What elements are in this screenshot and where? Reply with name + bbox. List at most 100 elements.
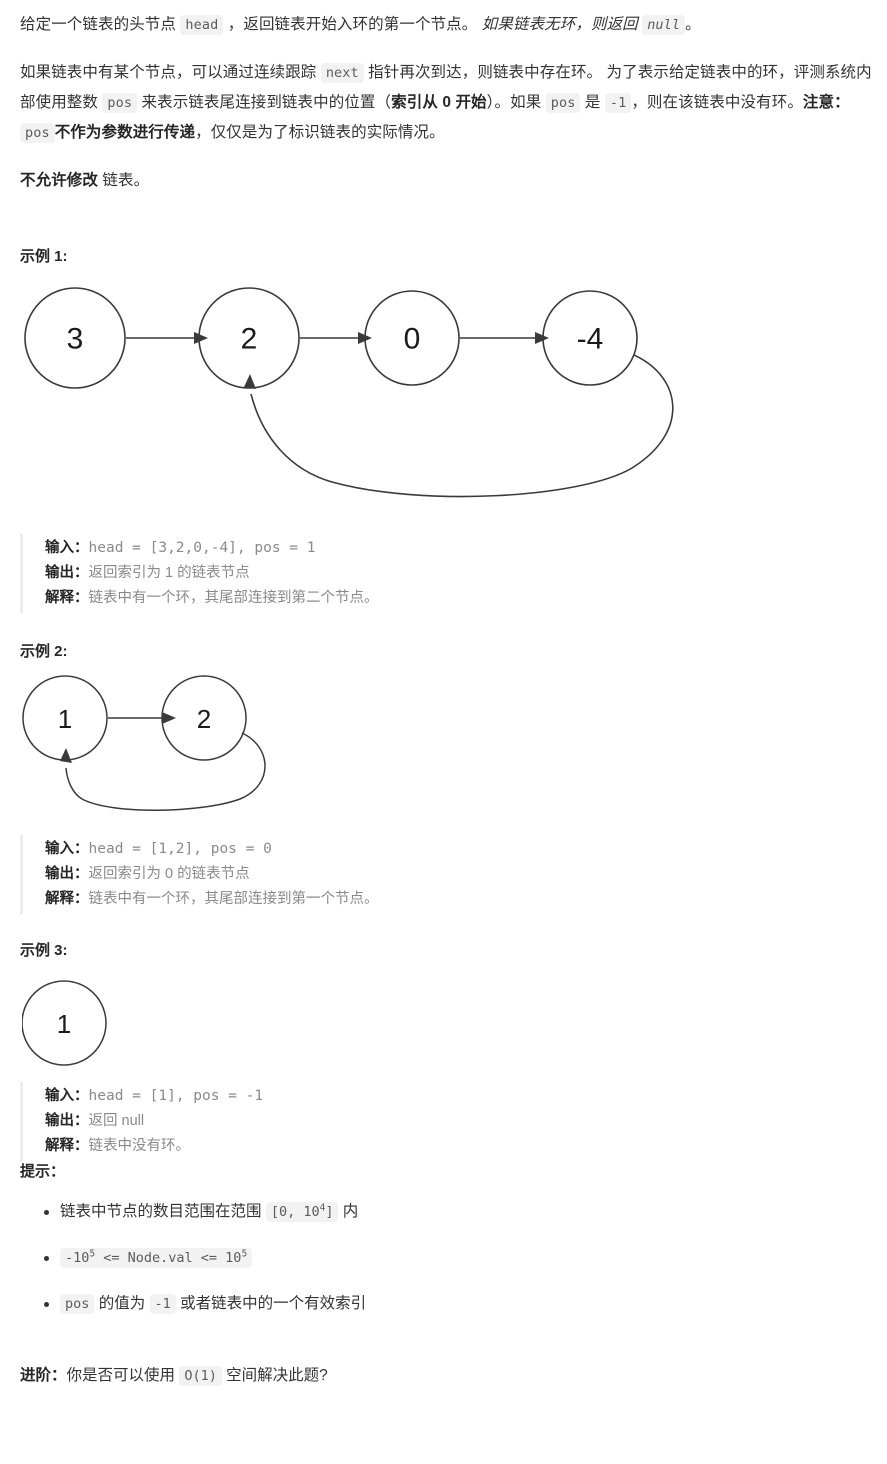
code-chip-node-val-range: -105 <= Node.val <= 105 xyxy=(60,1248,253,1268)
code-chip-node-count-range: [0, 104] xyxy=(265,1202,339,1222)
example-3-explain-value: 链表中没有环。 xyxy=(88,1138,191,1154)
arrowhead-1 xyxy=(162,712,176,724)
desc-p1-seg1: 给定一个链表的头节点 xyxy=(20,16,181,33)
example-3-title: 示例 3: xyxy=(20,942,68,959)
example-2-input-value: head = [1,2], pos = 0 xyxy=(88,841,272,857)
code-chip-minus-one-hint: -1 xyxy=(149,1294,176,1314)
linked-list-no-cycle-diagram-3: 1 xyxy=(22,980,107,1066)
example-2-input-label: 输入： xyxy=(45,841,89,857)
arrowhead-1 xyxy=(194,332,208,344)
code-chip-minus-one: -1 xyxy=(604,93,632,113)
example-2-input-line: 输入：head = [1,2], pos = 0 xyxy=(45,837,873,862)
code-chip-null: null xyxy=(642,15,686,35)
example-block-1: 示例 1: 3 2 0 -4 输入：head = [3,2,0,-4], pos… xyxy=(20,246,873,613)
desc-p2-bold-index: 索引从 0 开始 xyxy=(391,94,487,111)
followup-text-2: 空间解决此题? xyxy=(221,1367,328,1384)
desc-p1-seg2: ，返回链表开始入环的第一个节点。 xyxy=(223,16,482,33)
example-1-explain-line: 解释：链表中有一个环，其尾部连接到第二个节点。 xyxy=(45,586,873,611)
example-2-output-value: 返回索引为 0 的链表节点 xyxy=(88,866,250,882)
edge-cycle-back-to-2 xyxy=(250,354,674,498)
example-1-explain-label: 解释： xyxy=(45,590,89,606)
desc-p2-bold-notpassed: 不作为参数进行传递 xyxy=(54,124,196,141)
desc-p2-seg7: ，仅仅是为了标识链表的实际情况。 xyxy=(195,124,445,141)
example-block-3: 示例 3: 1 输入：head = [1], pos = -1 输出：返回 nu… xyxy=(20,940,873,1161)
node-label-1: 2 xyxy=(241,323,258,356)
hint-1-pre: 链表中节点的数目范围在范围 xyxy=(60,1203,266,1220)
desc-p2-bold-note: 注意： xyxy=(802,94,850,111)
example-3-diagram: 1 xyxy=(22,980,873,1070)
linked-list-cycle-diagram-2: 1 2 xyxy=(22,675,266,811)
desc-p2-seg6: ，则在该链表中没有环。 xyxy=(631,94,803,111)
hint-1-code-suffix: ] xyxy=(325,1204,334,1220)
example-2-title: 示例 2: xyxy=(20,643,68,660)
example-2-io: 输入：head = [1,2], pos = 0 输出：返回索引为 0 的链表节… xyxy=(20,835,873,914)
code-chip-head: head xyxy=(180,15,224,35)
hint-1-post: 内 xyxy=(338,1203,359,1220)
code-chip-pos-2: pos xyxy=(545,93,581,113)
example-1-diagram: 3 2 0 -4 xyxy=(22,282,873,522)
node-label-3: -4 xyxy=(577,323,604,356)
desc-p1-seg3: 。 xyxy=(685,16,701,33)
hint-3-post: 或者链表中的一个有效索引 xyxy=(175,1295,367,1312)
example-2-explain-label: 解释： xyxy=(45,891,89,907)
hint-item-2: -105 <= Node.val <= 105 xyxy=(44,1245,873,1271)
example-1-input-value: head = [3,2,0,-4], pos = 1 xyxy=(88,540,316,556)
example-1-output-label: 输出： xyxy=(45,565,89,581)
description-paragraph-3: 不允许修改 链表。 xyxy=(20,166,873,196)
desc-p2-seg4: ）。如果 xyxy=(486,94,546,111)
example-1-output-line: 输出：返回索引为 1 的链表节点 xyxy=(45,561,873,586)
hints-title: 提示： xyxy=(20,1163,66,1180)
desc-p2-seg3: 来表示链表尾连接到链表中的位置（ xyxy=(137,94,392,111)
example-3-input-label: 输入： xyxy=(45,1088,89,1104)
hint-3-mid: 的值为 xyxy=(94,1295,150,1312)
code-chip-pos-1: pos xyxy=(102,93,138,113)
arrowhead-3 xyxy=(535,332,549,344)
followup-text-1: 你是否可以使用 xyxy=(66,1367,180,1384)
code-chip-o1: O(1) xyxy=(179,1366,222,1386)
desc-p3-text: 链表。 xyxy=(98,172,150,189)
example-3-output-value: 返回 null xyxy=(88,1113,145,1129)
problem-content: 给定一个链表的头节点 head ，返回链表开始入环的第一个节点。 如果链表无环，… xyxy=(0,0,887,1389)
example-3-input-value: head = [1], pos = -1 xyxy=(88,1088,264,1104)
example-2-output-label: 输出： xyxy=(45,866,89,882)
node-label-2: 0 xyxy=(404,323,421,356)
hints-list: 链表中节点的数目范围在范围 [0, 104] 内 -10 5 <= Node.va… xyxy=(20,1199,873,1317)
node-label-1: 2 xyxy=(197,704,211,734)
hint-2-code-sup2: 5 xyxy=(241,1248,248,1260)
code-chip-pos-hint: pos xyxy=(60,1294,95,1314)
arrowhead-cycle xyxy=(244,374,256,389)
problem-page: 给定一个链表的头节点 head ，返回链表开始入环的第一个节点。 如果链表无环，… xyxy=(0,0,887,1464)
desc-p3-bold: 不允许修改 xyxy=(20,172,99,189)
example-2-explain-line: 解释：链表中有一个环，其尾部连接到第一个节点。 xyxy=(45,887,873,912)
hint-item-3: pos 的值为 -1 或者链表中的一个有效索引 xyxy=(44,1291,873,1317)
linked-list-cycle-diagram-1: 3 2 0 -4 xyxy=(24,287,674,498)
example-2-output-line: 输出：返回索引为 0 的链表节点 xyxy=(45,862,873,887)
example-3-output-line: 输出：返回 null xyxy=(45,1109,873,1134)
example-3-io: 输入：head = [1], pos = -1 输出：返回 null 解释：链表… xyxy=(20,1082,873,1161)
hint-1-code-prefix: [0, 10 xyxy=(270,1204,320,1220)
hint-item-1: 链表中节点的数目范围在范围 [0, 104] 内 xyxy=(44,1199,873,1225)
example-3-input-line: 输入：head = [1], pos = -1 xyxy=(45,1084,873,1109)
description-paragraph-1: 给定一个链表的头节点 head ，返回链表开始入环的第一个节点。 如果链表无环，… xyxy=(20,10,873,40)
followup-line: 进阶：你是否可以使用 O(1) 空间解决此题? xyxy=(20,1363,873,1389)
desc-p2-seg1: 如果链表中有某个节点，可以通过连续跟踪 xyxy=(20,64,321,81)
desc-p1-italic-text: 如果链表无环，则返回 xyxy=(481,16,643,33)
example-2-explain-value: 链表中有一个环，其尾部连接到第一个节点。 xyxy=(88,891,379,907)
node-label-0: 1 xyxy=(57,1009,71,1039)
example-3-explain-label: 解释： xyxy=(45,1138,89,1154)
hint-2-code-suffix: <= Node.val <= 10 xyxy=(95,1250,242,1266)
example-1-input-label: 输入： xyxy=(45,540,89,556)
example-3-output-label: 输出： xyxy=(45,1113,89,1129)
node-label-0: 3 xyxy=(67,323,84,356)
desc-p1-italic: 如果链表无环，则返回 null xyxy=(481,15,686,35)
followup-label: 进阶： xyxy=(20,1367,67,1384)
edge-cycle-back-to-1 xyxy=(65,732,266,811)
arrowhead-cycle xyxy=(60,748,72,763)
example-1-explain-value: 链表中有一个环，其尾部连接到第二个节点。 xyxy=(88,590,379,606)
description-paragraph-2: 如果链表中有某个节点，可以通过连续跟踪 next 指针再次到达，则链表中存在环。… xyxy=(20,58,873,148)
example-1-input-line: 输入：head = [3,2,0,-4], pos = 1 xyxy=(45,536,873,561)
code-chip-next: next xyxy=(320,63,364,83)
hint-2-code-prefix: -10 xyxy=(65,1250,90,1266)
example-3-explain-line: 解释：链表中没有环。 xyxy=(45,1134,873,1159)
desc-p2-seg5: 是 xyxy=(580,94,605,111)
